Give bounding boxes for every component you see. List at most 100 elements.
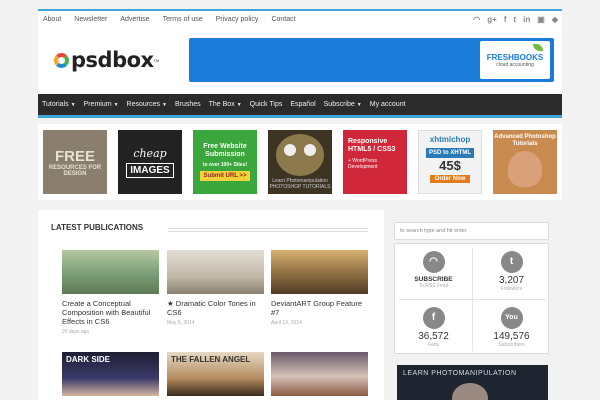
ad6-title: PSD to XHTML [426, 148, 474, 158]
sidebar-ad-title: LEARN PHOTOMANIPULATION [403, 370, 517, 377]
nav-item-label: Español [290, 101, 316, 108]
social-cell-rss[interactable]: ◠ SUBSCRIBE To RSS Feed [395, 244, 472, 299]
top-link-about[interactable]: About [43, 16, 61, 23]
banner-tagline: cloud accounting [496, 62, 534, 68]
post-title[interactable]: ★ Dramatic Color Tones in CS6 [167, 299, 264, 317]
post-title[interactable]: Create a Conceptual Composition with Bea… [62, 299, 159, 326]
alien-head-image [508, 151, 542, 187]
post-card[interactable]: Create a Conceptual Composition with Bea… [62, 250, 159, 335]
logo-tm: TM [153, 57, 160, 63]
post-date: May 5, 2014 [167, 320, 195, 326]
ad6-brand: xhtmlchop [429, 135, 471, 144]
sidebar-ad-photomanipulation[interactable]: LEARN PHOTOMANIPULATION [397, 365, 548, 400]
social-cell-youtube[interactable]: You 149,576 Subscribers [473, 300, 550, 355]
ad1-subtitle: RESOURCES FOR DESIGN [48, 164, 102, 177]
post-title[interactable]: DeviantART Group Feature #7 [271, 299, 368, 317]
chevron-down-icon: ▼ [70, 102, 76, 108]
nav-item-label: Resources [126, 101, 160, 108]
nav-item-label: Brushes [174, 101, 201, 108]
twitter-icon[interactable]: t [514, 15, 517, 24]
nav-item-the-box[interactable]: The Box ▼ [209, 101, 242, 108]
nav-item-quick-tips[interactable]: Quick Tips [250, 101, 283, 108]
top-link-terms[interactable]: Terms of use [163, 16, 203, 23]
latest-publications: LATEST PUBLICATIONS Create a Conceptual … [38, 210, 384, 400]
delicious-icon[interactable]: ◆ [552, 15, 558, 24]
ad6-price: 45$ [439, 158, 461, 173]
social-cell-twitter[interactable]: t 3,207 Followers [473, 244, 550, 299]
freshbooks-logo: FRESHBOOKS cloud accounting [480, 41, 550, 79]
ad5-title: Responsive HTML5 / CSS3 [348, 138, 396, 153]
nav-item-premium[interactable]: Premium ▼ [84, 101, 119, 108]
linkedin-icon[interactable]: in [523, 15, 530, 24]
ad-website-submission[interactable]: Free Website Submission to over 100+ Sit… [193, 130, 257, 194]
top-link-advertise[interactable]: Advertise [120, 16, 149, 23]
monster-face-image [276, 134, 324, 176]
top-link-newsletter[interactable]: Newsletter [74, 16, 107, 23]
section-heading: LATEST PUBLICATIONS [51, 223, 144, 232]
ad-responsive-html5[interactable]: Responsive HTML5 / CSS3 + WordPress Deve… [343, 130, 407, 194]
search-input[interactable]: to search type and hit enter [394, 222, 549, 240]
facebook-icon: f [422, 307, 445, 329]
rss-icon[interactable]: ◠ [473, 15, 480, 24]
ad-photomanipulation[interactable]: Learn Photomanipulation PHOTOSHOP TUTORI… [268, 130, 332, 194]
chevron-down-icon: ▼ [236, 102, 242, 108]
ad-free-resources[interactable]: FREE RESOURCES FOR DESIGN [43, 130, 107, 194]
social-label: Fans [427, 342, 440, 348]
site-logo[interactable]: psdbox TM [54, 48, 159, 72]
chevron-down-icon: ▼ [356, 102, 362, 108]
header-banner-ad[interactable]: FRESHBOOKS cloud accounting [189, 38, 554, 82]
top-links: About Newsletter Advertise Terms of use … [38, 16, 309, 23]
post-date: April 13, 2014 [271, 320, 302, 326]
header: psdbox TM FRESHBOOKS cloud accounting [38, 28, 562, 94]
social-label: Followers [500, 286, 523, 292]
face-image [452, 383, 488, 400]
ad3-subtitle: to over 100+ Sites! [202, 162, 248, 168]
post-card[interactable]: THE FALLEN ANGEL [167, 352, 264, 396]
top-social: ◠ g+ f t in ▣ ◆ [473, 15, 562, 24]
ad6-button: Order Now [429, 175, 471, 183]
social-value: SUBSCRIBE [414, 276, 453, 283]
nav-item-resources[interactable]: Resources ▼ [127, 101, 167, 108]
post-card[interactable] [271, 352, 368, 396]
youtube-icon: You [500, 307, 523, 329]
ad-cheap-images[interactable]: cheap IMAGES [118, 130, 182, 194]
google-plus-icon[interactable]: g+ [487, 15, 497, 24]
post-thumbnail[interactable] [271, 352, 368, 396]
nav-item-tutorials[interactable]: Tutorials ▼ [42, 101, 76, 108]
ad-advanced-photoshop[interactable]: Advanced Photoshop Tutorials [493, 130, 557, 194]
post-thumbnail[interactable] [62, 250, 159, 294]
nav-item-subscribe[interactable]: Subscribe ▼ [324, 101, 362, 108]
nav-item-label: My account [369, 101, 406, 108]
nav-item-label: The Box [208, 101, 235, 108]
leaf-icon [533, 44, 543, 51]
post-thumbnail[interactable] [271, 250, 368, 294]
nav-item-my-account[interactable]: My account [370, 101, 406, 108]
heading-rule [168, 228, 368, 232]
social-label: Subscribers [498, 342, 525, 348]
ad1-title: FREE [54, 147, 95, 165]
post-thumbnail[interactable] [167, 250, 264, 294]
logo-text: psdbox [71, 48, 154, 72]
rss-icon: ◠ [422, 251, 445, 273]
social-cell-facebook[interactable]: f 36,572 Fans [395, 300, 472, 355]
ad-row: FREE RESOURCES FOR DESIGN cheap IMAGES F… [38, 124, 562, 200]
nav-item-label: Subscribe [323, 101, 355, 108]
main-nav: Tutorials ▼ Premium ▼ Resources ▼ Brushes The B… [38, 94, 562, 118]
top-link-contact[interactable]: Contact [271, 16, 295, 23]
post-thumbnail[interactable]: THE FALLEN ANGEL [167, 352, 264, 396]
post-card[interactable]: ★ Dramatic Color Tones in CS6 May 5, 201… [167, 250, 264, 326]
nav-item-brushes[interactable]: Brushes [175, 101, 201, 108]
twitter-icon: t [500, 251, 523, 273]
ad7-title: Advanced Photoshop Tutorials [494, 134, 556, 147]
eye-shape [284, 144, 296, 156]
post-card[interactable]: DeviantART Group Feature #7 April 13, 20… [271, 250, 368, 326]
top-link-privacy[interactable]: Privacy policy [216, 16, 259, 23]
youtube-icon[interactable]: ▣ [537, 15, 545, 24]
post-card[interactable]: DARK SIDE [62, 352, 159, 396]
ad-xhtmlchop[interactable]: xhtmlchop PSD to XHTML 45$ Order Now [418, 130, 482, 194]
social-value: 149,576 [493, 331, 530, 342]
post-thumbnail[interactable]: DARK SIDE [62, 352, 159, 396]
nav-item-espa-ol[interactable]: Español [290, 101, 315, 108]
nav-item-label: Premium [83, 101, 112, 108]
facebook-icon[interactable]: f [504, 15, 507, 24]
